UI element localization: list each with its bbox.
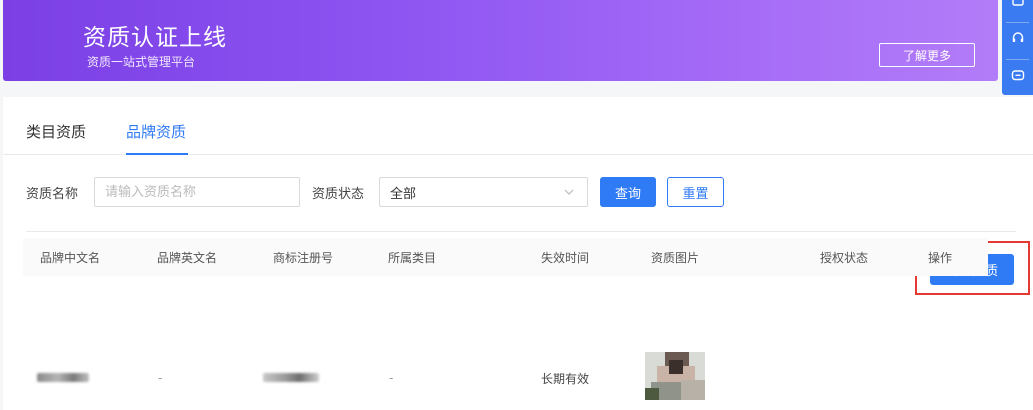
cell-expiry: 长期有效 [541, 372, 590, 386]
cell-brand-en: - [158, 371, 163, 385]
promo-banner: 资质认证上线 资质一站式管理平台 了解更多 [3, 0, 998, 81]
col-image: 资质图片 [651, 251, 700, 265]
col-auth-status: 授权状态 [820, 251, 869, 265]
headset-icon[interactable] [1002, 22, 1033, 53]
banner-title: 资质认证上线 [83, 25, 227, 51]
qualification-name-input[interactable] [94, 177, 300, 207]
tab-bar: 类目资质 品牌资质 [3, 97, 1033, 155]
tab-brand-qualification[interactable]: 品牌资质 [126, 121, 186, 142]
chat-icon[interactable] [1002, 60, 1033, 91]
col-brand-cn: 品牌中文名 [40, 251, 101, 265]
col-category: 所属类目 [388, 251, 437, 265]
status-filter-label: 资质状态 [312, 187, 365, 202]
col-trademark-no: 商标注册号 [273, 251, 334, 265]
col-brand-en: 品牌英文名 [157, 251, 218, 265]
brand-cn-redacted [37, 373, 89, 382]
col-operation: 操作 [928, 251, 953, 265]
floating-toolbar [1002, 0, 1033, 95]
name-filter-label: 资质名称 [26, 187, 79, 202]
status-select[interactable]: 全部 [379, 177, 588, 207]
status-select-value: 全部 [390, 186, 417, 202]
section-divider [26, 231, 1016, 232]
chevron-down-icon [563, 186, 575, 202]
table-header: 品牌中文名 品牌英文名 商标注册号 所属类目 失效时间 资质图片 授权状态 操作 [23, 238, 988, 276]
col-expiry: 失效时间 [541, 251, 590, 265]
window-icon[interactable] [1002, 0, 1033, 15]
active-tab-indicator [126, 153, 188, 155]
trademark-no-redacted [263, 373, 319, 382]
banner-subtitle: 资质一站式管理平台 [87, 55, 196, 69]
cell-category: - [389, 371, 394, 385]
query-button[interactable]: 查询 [600, 177, 656, 207]
qualification-thumbnail[interactable] [645, 352, 705, 400]
reset-button[interactable]: 重置 [667, 177, 724, 207]
tab-category-qualification[interactable]: 类目资质 [26, 121, 86, 142]
learn-more-button[interactable]: 了解更多 [879, 43, 975, 67]
